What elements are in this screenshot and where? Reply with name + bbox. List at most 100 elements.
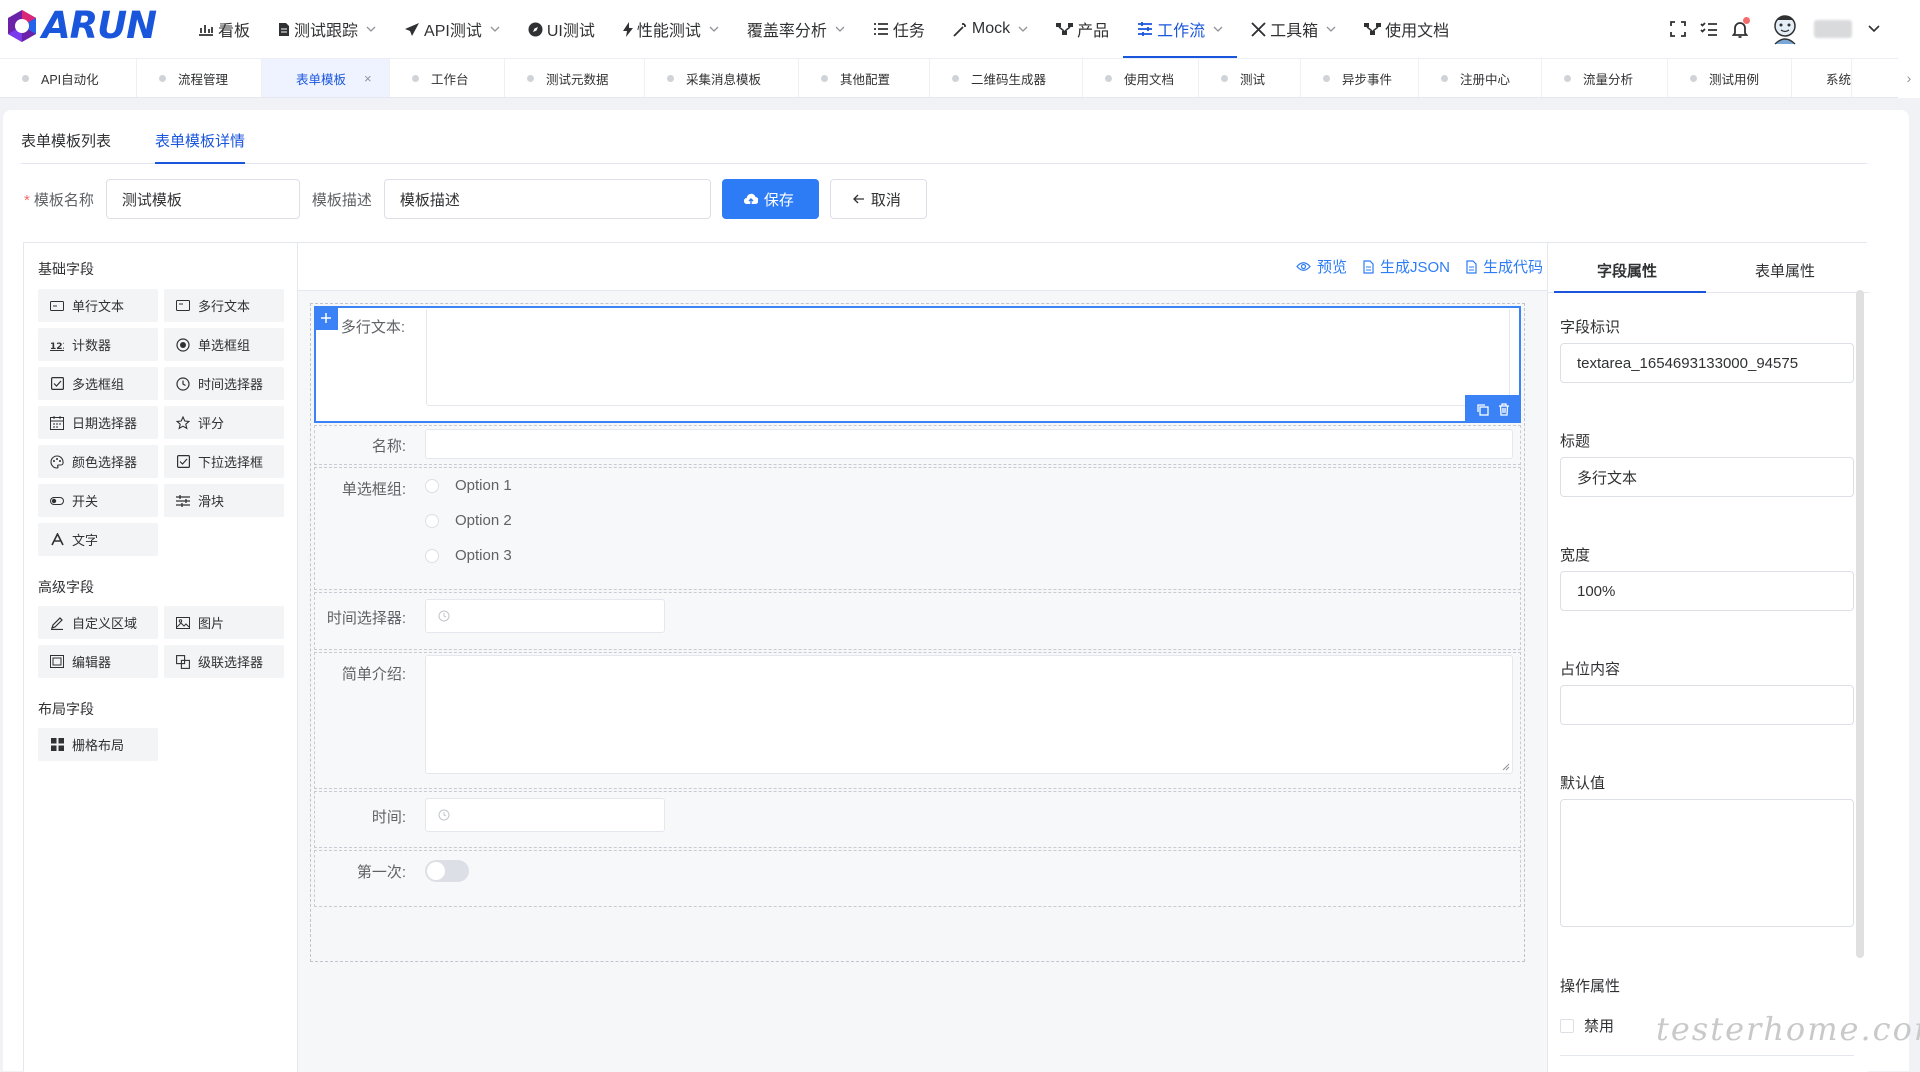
palette-field-basic_fields-0[interactable]: 单行文本 xyxy=(38,289,158,322)
preview-button[interactable]: 预览 xyxy=(1296,256,1347,277)
page-tab-13[interactable]: 测试用例 xyxy=(1668,59,1792,97)
radio-circle[interactable] xyxy=(425,478,439,493)
radio-circle[interactable] xyxy=(425,548,439,563)
canvas-item-textarea[interactable]: 多行文本: xyxy=(314,306,1521,423)
logo[interactable]: ARUN xyxy=(4,6,157,46)
page-tab-1[interactable]: 流程管理 xyxy=(137,59,262,97)
palette-field-advanced_fields-3[interactable]: 级联选择器 xyxy=(164,645,284,678)
copy-icon[interactable] xyxy=(1476,403,1489,416)
palette-field-basic_fields-10[interactable]: 开关 xyxy=(38,484,158,517)
palette-field-basic_fields-11[interactable]: 滑块 xyxy=(164,484,284,517)
radio-option[interactable]: Option 3 xyxy=(425,547,512,564)
form-canvas[interactable]: 多行文本: 名称: 单选框组: Option 1 Option 2 Option 3… xyxy=(310,303,1525,962)
menu-item-11[interactable]: 使用文档 xyxy=(1350,0,1463,58)
resize-handle-icon[interactable] xyxy=(1502,763,1510,771)
bell-icon[interactable] xyxy=(1732,17,1750,38)
field-placeholder-input[interactable] xyxy=(1560,685,1854,725)
palette-field-layout_fields-0[interactable]: 栅格布局 xyxy=(38,728,158,761)
page-tab-2[interactable]: 表单模板 × xyxy=(262,59,390,97)
avatar[interactable] xyxy=(1770,13,1800,45)
menu-item-0[interactable]: 看板 xyxy=(184,0,264,58)
page-tab-label: 系统 xyxy=(1826,73,1852,87)
generate-json-button[interactable]: 生成JSON xyxy=(1363,256,1450,277)
canvas-item-first-switch[interactable]: 第一次: xyxy=(314,850,1521,907)
page-tab-0[interactable]: API自动化 xyxy=(0,59,137,97)
fullscreen-icon[interactable] xyxy=(1670,21,1686,37)
task-list-icon[interactable] xyxy=(1700,21,1718,37)
canvas-item-name[interactable]: 名称: xyxy=(314,425,1521,465)
menu-item-8[interactable]: 产品 xyxy=(1042,0,1123,58)
palette-field-basic_fields-12[interactable]: 文字 xyxy=(38,523,158,556)
page-tab-4[interactable]: 测试元数据 xyxy=(505,59,645,97)
template-desc-input[interactable]: 模板描述 xyxy=(383,179,711,219)
palette-field-basic_fields-3[interactable]: 单选框组 xyxy=(164,328,284,361)
name-field-input[interactable] xyxy=(425,429,1513,459)
menu-item-6[interactable]: 任务 xyxy=(859,0,939,58)
page-tab-3[interactable]: 工作台 xyxy=(390,59,505,97)
page-tab-6[interactable]: 其他配置 xyxy=(799,59,930,97)
page-tab-5[interactable]: 采集消息模板 xyxy=(645,59,799,97)
intro-field-textarea[interactable] xyxy=(425,655,1513,774)
first-switch-toggle[interactable] xyxy=(425,860,469,882)
tab-dot xyxy=(1564,75,1571,82)
tab-template-list[interactable]: 表单模板列表 xyxy=(21,112,111,163)
username-blurred[interactable] xyxy=(1814,20,1852,38)
cancel-button[interactable]: 取消 xyxy=(829,179,927,219)
menu-item-7[interactable]: Mock xyxy=(939,0,1042,58)
page-tab-12[interactable]: 流量分析 xyxy=(1542,59,1668,97)
radio-circle[interactable] xyxy=(425,513,439,528)
tabs-scroll-right-icon[interactable]: › xyxy=(1898,58,1920,98)
tab-field-properties[interactable]: 字段属性 xyxy=(1548,243,1706,293)
page-tab-9[interactable]: 测试 xyxy=(1199,59,1301,97)
menu-item-2[interactable]: API测试 xyxy=(390,0,514,58)
template-name-input[interactable]: 测试模板 xyxy=(105,179,300,219)
time-picker-input[interactable] xyxy=(425,599,665,633)
palette-field-basic_fields-1[interactable]: 多行文本 xyxy=(164,289,284,322)
textarea-field-input[interactable] xyxy=(426,308,1510,406)
page-tab-7[interactable]: 二维码生成器 xyxy=(930,59,1083,97)
canvas-item-time-picker[interactable]: 时间选择器: xyxy=(314,592,1521,650)
menu-item-4[interactable]: 性能测试 xyxy=(609,0,733,58)
menu-item-5[interactable]: 覆盖率分析 xyxy=(733,0,859,58)
palette-field-basic_fields-5[interactable]: 时间选择器 xyxy=(164,367,284,400)
top-right-actions xyxy=(1656,0,1880,58)
field-width-input[interactable]: 100% xyxy=(1560,571,1854,611)
close-icon[interactable]: × xyxy=(364,71,372,86)
time-field-input[interactable] xyxy=(425,798,665,832)
properties-scrollbar[interactable] xyxy=(1856,290,1864,958)
disabled-checkbox-row[interactable]: 禁用 xyxy=(1560,1015,1614,1036)
palette-field-advanced_fields-2[interactable]: 编辑器 xyxy=(38,645,158,678)
palette-field-advanced_fields-0[interactable]: 自定义区域 xyxy=(38,606,158,639)
tab-template-detail[interactable]: 表单模板详情 xyxy=(155,112,246,164)
palette-field-basic_fields-8[interactable]: 颜色选择器 xyxy=(38,445,158,478)
tab-form-properties[interactable]: 表单属性 xyxy=(1706,243,1864,292)
drag-handle-plus-icon[interactable] xyxy=(314,306,338,330)
page-tab-11[interactable]: 注册中心 xyxy=(1419,59,1542,97)
canvas-item-radio-group[interactable]: 单选框组: Option 1 Option 2 Option 3 xyxy=(314,467,1521,590)
canvas-item-intro[interactable]: 简单介绍: xyxy=(314,652,1521,789)
save-button[interactable]: 保存 xyxy=(721,179,819,219)
menu-item-9[interactable]: 工作流 xyxy=(1123,0,1238,58)
field-title-input[interactable]: 多行文本 xyxy=(1560,457,1854,497)
palette-field-basic_fields-2[interactable]: 123 计数器 xyxy=(38,328,158,361)
palette-field-basic_fields-7[interactable]: 评分 xyxy=(164,406,284,439)
field-id-input[interactable]: textarea_1654693133000_94575 xyxy=(1560,343,1854,383)
page-tab-14[interactable]: 系统 xyxy=(1792,59,1852,97)
page-tab-10[interactable]: 异步事件 xyxy=(1301,59,1419,97)
delete-icon[interactable] xyxy=(1498,402,1510,416)
menu-item-3[interactable]: UI测试 xyxy=(514,0,609,58)
palette-field-basic_fields-6[interactable]: 日期选择器 xyxy=(38,406,158,439)
field-default-textarea[interactable] xyxy=(1560,799,1854,927)
canvas-item-time[interactable]: 时间: xyxy=(314,791,1521,848)
radio-option[interactable]: Option 2 xyxy=(425,512,512,529)
palette-field-advanced_fields-1[interactable]: 图片 xyxy=(164,606,284,639)
disabled-checkbox[interactable] xyxy=(1560,1018,1574,1033)
palette-field-basic_fields-9[interactable]: 下拉选择框 xyxy=(164,445,284,478)
page-tab-8[interactable]: 使用文档 xyxy=(1083,59,1199,97)
menu-item-10[interactable]: 工具箱 xyxy=(1237,0,1350,58)
palette-field-basic_fields-4[interactable]: 多选框组 xyxy=(38,367,158,400)
menu-item-1[interactable]: 测试跟踪 xyxy=(264,0,390,58)
generate-code-button[interactable]: 生成代码 xyxy=(1466,256,1543,277)
radio-option[interactable]: Option 1 xyxy=(425,477,512,494)
chevron-down-icon[interactable] xyxy=(1868,25,1880,33)
